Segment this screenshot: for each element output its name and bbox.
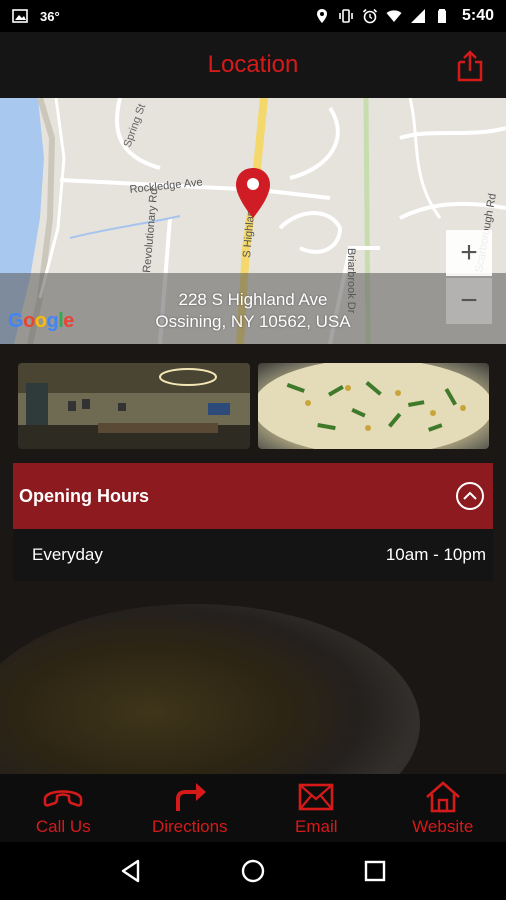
status-bar: 36° 5:40 [0,0,506,32]
map-pin-icon[interactable] [236,168,270,218]
back-icon[interactable] [118,858,144,884]
app-bar: Location [0,32,506,98]
website-label: Website [412,817,474,836]
hours-day: Everyday [32,545,103,564]
email-label: Email [294,817,338,836]
signal-icon [410,9,425,23]
directions-button[interactable]: Directions [127,774,254,842]
vibrate-icon [339,9,353,23]
envelope-icon [298,783,334,811]
image-icon [12,9,28,23]
temperature-text: 36° [40,8,60,24]
restaurant-interior-photo[interactable] [18,363,250,449]
location-icon [316,9,327,23]
opening-hours-title: Opening Hours [19,485,149,506]
address-line-2: Ossining, NY 10562, USA [155,312,351,331]
directions-label: Directions [151,817,228,836]
food-dish-photo[interactable] [258,363,489,449]
battery-icon [437,9,446,23]
home-nav-icon[interactable] [240,858,266,884]
phone-icon [43,790,83,807]
home-icon [425,781,460,813]
action-bar: Call Us Directions Email Website [0,774,506,842]
dish-illustration [258,363,489,449]
hours-time: 10am - 10pm [385,545,486,564]
hours-row: Everyday 10am - 10pm [13,529,493,581]
alarm-icon [362,8,378,24]
website-button[interactable]: Website [380,774,506,842]
address-text: 228 S Highland Ave Ossining, NY 10562, U… [0,289,506,333]
call-us-label: Call Us [35,817,91,836]
map[interactable]: Spring St Rockledge Ave Revolutionary Rd… [0,98,506,344]
interior-illustration [18,363,250,449]
clock: 5:40 [461,7,494,24]
opening-hours-header[interactable]: Opening Hours [13,463,493,529]
email-button[interactable]: Email [253,774,380,842]
page-title: Location [207,51,299,78]
system-nav-bar [0,842,506,900]
zoom-out-button[interactable]: − [446,278,492,324]
plus-icon: + [460,236,478,269]
minus-icon: − [460,284,478,317]
call-us-button[interactable]: Call Us [0,774,127,842]
google-logo: Google [8,310,74,332]
recents-icon[interactable] [362,858,388,884]
collapse-chevron-up-icon[interactable] [456,482,484,510]
zoom-in-button[interactable]: + [446,230,492,276]
share-icon[interactable] [456,49,484,83]
wifi-icon [386,10,402,22]
directions-arrow-icon [175,783,206,811]
address-line-1: 228 S Highland Ave [178,290,328,309]
